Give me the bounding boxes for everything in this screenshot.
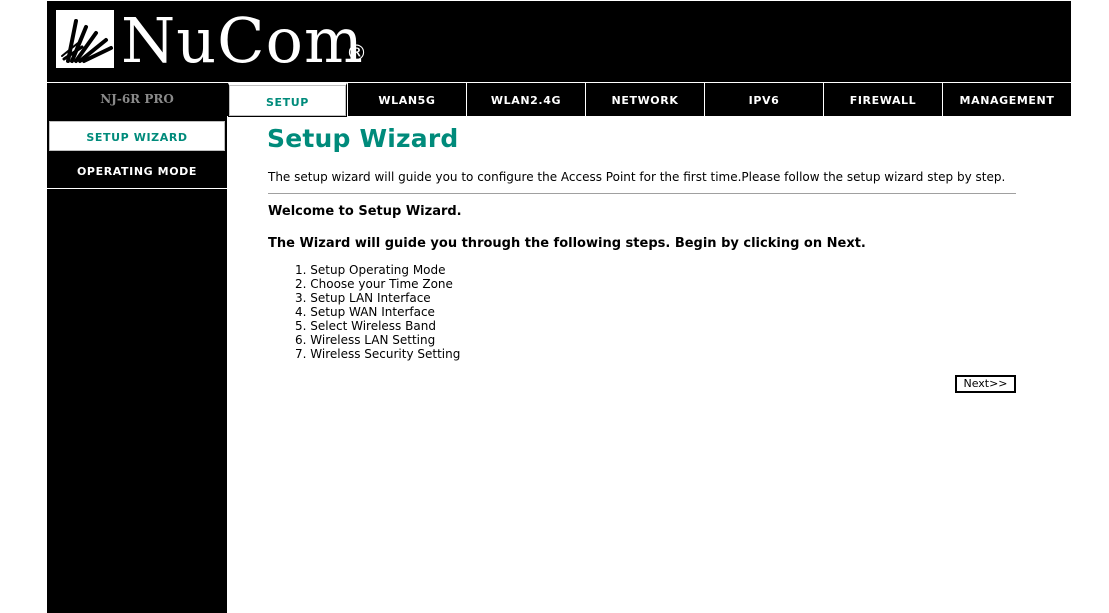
tab-setup[interactable]: SETUP xyxy=(228,83,347,117)
list-item: 4. Setup WAN Interface xyxy=(295,305,435,319)
list-item: 7. Wireless Security Setting xyxy=(295,347,461,361)
sidebar-item-setup-wizard[interactable]: SETUP WIZARD xyxy=(47,119,227,153)
list-item: 2. Choose your Time Zone xyxy=(295,277,453,291)
sidebar-item-operating-mode[interactable]: OPERATING MODE xyxy=(47,155,227,189)
tab-ipv6[interactable]: IPV6 xyxy=(704,83,823,116)
intro-text: The setup wizard will guide you to confi… xyxy=(268,170,1006,184)
sidebar: SETUP WIZARD OPERATING MODE xyxy=(47,116,227,613)
tab-wlan2-4g[interactable]: WLAN2.4G xyxy=(466,83,585,116)
tab-firewall[interactable]: FIREWALL xyxy=(823,83,942,116)
steps-list: 1. Setup Operating Mode 2. Choose your T… xyxy=(295,263,460,361)
welcome-text: Welcome to Setup Wizard. xyxy=(268,204,462,219)
antenna-logo-icon xyxy=(56,10,114,68)
guide-text: The Wizard will guide you through the fo… xyxy=(268,236,866,251)
model-name: NJ-6R PRO xyxy=(100,92,174,106)
header-banner: NuCom ® xyxy=(47,1,1071,82)
list-item: 3. Setup LAN Interface xyxy=(295,291,431,305)
tab-wlan5g[interactable]: WLAN5G xyxy=(347,83,466,116)
tab-network[interactable]: NETWORK xyxy=(585,83,704,116)
registered-mark: ® xyxy=(346,41,367,65)
tab-management[interactable]: MANAGEMENT xyxy=(942,83,1071,116)
brand-logo-text: NuCom xyxy=(121,4,364,77)
divider xyxy=(268,193,1016,194)
list-item: 6. Wireless LAN Setting xyxy=(295,333,436,347)
top-nav: NJ-6R PRO SETUP WLAN5G WLAN2.4G NETWORK … xyxy=(47,83,1071,117)
list-item: 1. Setup Operating Mode xyxy=(295,263,446,277)
list-item: 5. Select Wireless Band xyxy=(295,319,436,333)
next-button[interactable]: Next>> xyxy=(955,375,1016,393)
page-title: Setup Wizard xyxy=(267,124,459,153)
